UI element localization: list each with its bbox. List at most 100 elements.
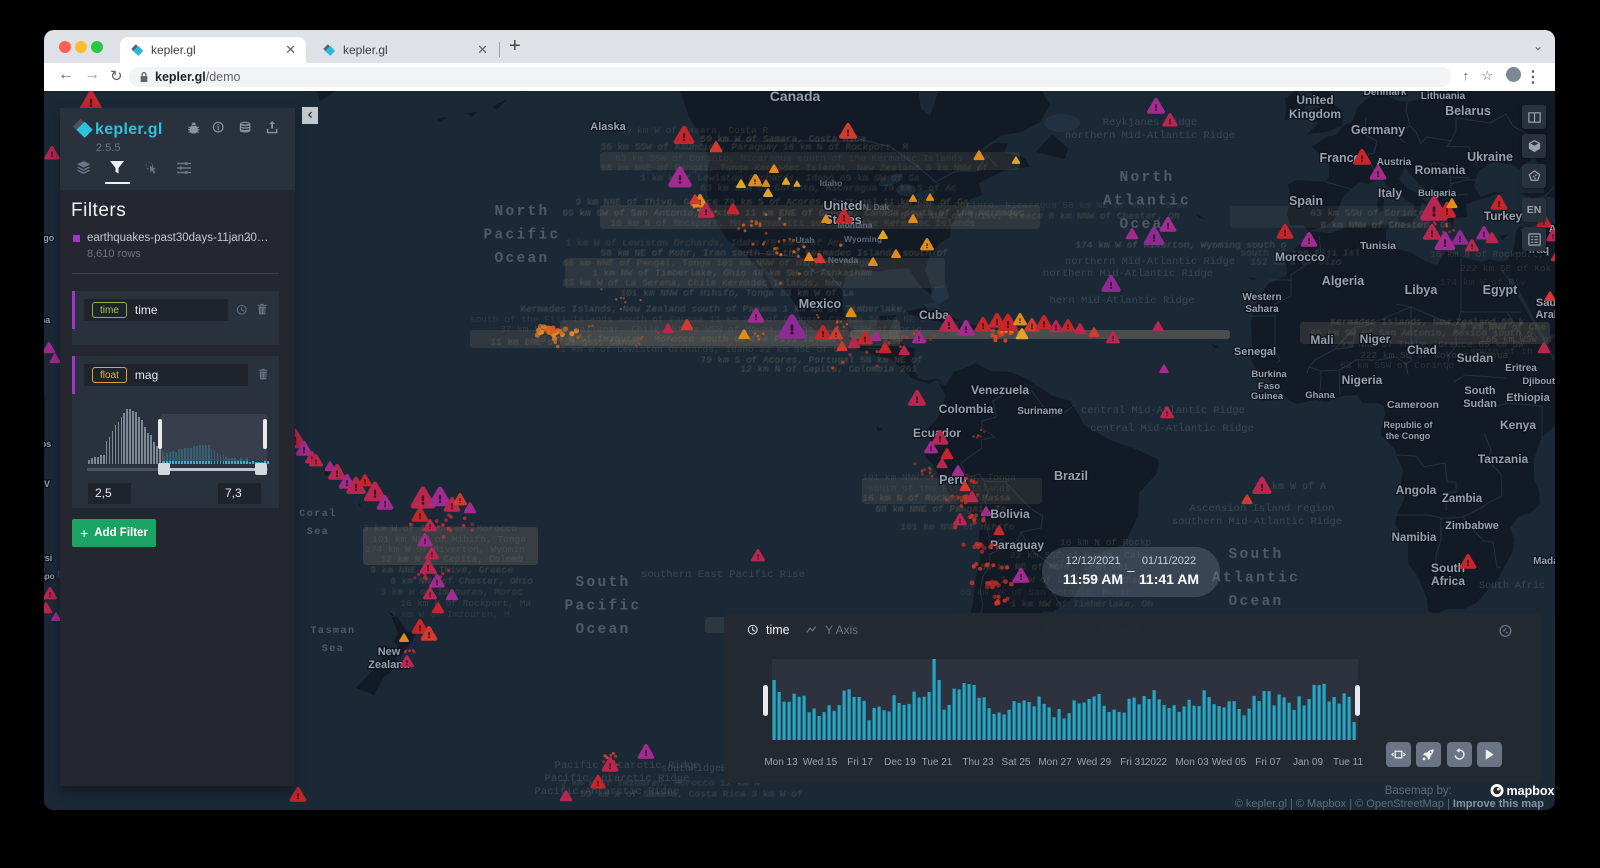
svg-text:Sea: Sea [322, 644, 345, 655]
svg-text:ysi: ysi [44, 553, 52, 563]
svg-text:Senegal: Senegal [1234, 346, 1276, 358]
svg-text:Sudan: Sudan [1457, 351, 1494, 365]
svg-text:Denmark: Denmark [1364, 91, 1407, 98]
svg-text:Canada: Canada [770, 91, 821, 104]
svg-text:South: South [1228, 547, 1283, 563]
svg-text:3 km W of Imzouren, M: 3 km W of Imzouren, M [390, 609, 510, 620]
svg-text:Sudan: Sudan [1463, 398, 1497, 410]
svg-text:Sahara: Sahara [1245, 304, 1279, 315]
svg-text:Ascension Island region: Ascension Island region [1190, 503, 1335, 515]
svg-text:12 km N of Cepita, Colombia 2: 12 km N of Cepita, Colombia 261 [741, 363, 918, 374]
svg-text:Coral: Coral [299, 508, 337, 520]
svg-text:Wyoming: Wyoming [844, 234, 882, 244]
svg-text:Alaska: Alaska [590, 121, 626, 133]
svg-text:North: North [1119, 170, 1174, 186]
svg-text:northern Mid-Atlantic Ridge: northern Mid-Atlantic Ridge [1065, 130, 1235, 142]
svg-text:Idaho: Idaho [820, 178, 843, 188]
svg-text:Eritrea: Eritrea [1505, 363, 1537, 374]
svg-text:northern Mid-Atlantic Ridge: northern Mid-Atlantic Ridge [1065, 256, 1235, 268]
svg-text:Pacific: Pacific [483, 228, 560, 244]
svg-text:Arab: Arab [1535, 309, 1555, 321]
svg-text:Atlantic: Atlantic [1212, 571, 1300, 587]
svg-text:Western: Western [1242, 292, 1281, 303]
svg-text:Ocean: Ocean [494, 251, 549, 267]
svg-text:Mexico: Mexico [799, 297, 842, 311]
svg-text:Spain: Spain [1289, 194, 1323, 208]
svg-text:New: New [378, 646, 401, 658]
svg-text:Italy: Italy [1378, 186, 1402, 200]
svg-text:hern Mid-Atlantic Ridge: hern Mid-Atlantic Ridge [1050, 295, 1195, 307]
svg-text:southern East Pacific Rise: southern East Pacific Rise [641, 569, 805, 581]
svg-text:Ethiopia: Ethiopia [1506, 392, 1550, 404]
svg-text:Zambia: Zambia [1442, 493, 1483, 505]
svg-text:Morocco: Morocco [1275, 250, 1325, 264]
svg-text:Ukraine: Ukraine [1467, 150, 1513, 164]
svg-text:Bolivia: Bolivia [990, 507, 1030, 521]
svg-text:Libya: Libya [1405, 283, 1439, 297]
svg-text:Tunisia: Tunisia [1360, 240, 1396, 252]
svg-text:Mali: Mali [1310, 333, 1333, 347]
svg-text:South: South [575, 575, 630, 591]
svg-text:Madag: Madag [1533, 556, 1555, 567]
svg-text:Reykjanes Ridge: Reykjanes Ridge [1103, 117, 1198, 129]
svg-text:N. Dak: N. Dak [863, 202, 890, 212]
svg-text:Belarus: Belarus [1445, 104, 1491, 118]
svg-text:Kenya: Kenya [1500, 418, 1536, 432]
svg-text:the Congo: the Congo [1386, 431, 1431, 441]
svg-text:Tasman: Tasman [310, 626, 355, 637]
svg-text:Nevada: Nevada [828, 255, 859, 265]
svg-text:United: United [1296, 93, 1333, 107]
svg-text:Lithuania: Lithuania [1421, 91, 1466, 102]
svg-text:os: os [44, 439, 51, 449]
svg-text:Utah: Utah [796, 235, 815, 245]
svg-text:Atlantic: Atlantic [1103, 194, 1191, 210]
svg-text:Burkina: Burkina [1251, 369, 1287, 380]
svg-text:Sea: Sea [307, 527, 330, 538]
svg-text:Republic of: Republic of [1384, 420, 1434, 430]
svg-text:Turkey: Turkey [1484, 209, 1523, 223]
svg-text:Zimbabwe: Zimbabwe [1445, 520, 1499, 532]
svg-text:ngo: ngo [44, 233, 55, 243]
svg-text:Egypt: Egypt [1483, 283, 1519, 297]
svg-text:Algeria: Algeria [1322, 274, 1365, 288]
svg-text:V: V [44, 479, 50, 489]
svg-text:southern Mid-Atlantic Ridge: southern Mid-Atlantic Ridge [1172, 516, 1342, 528]
svg-text:Romania: Romania [1415, 163, 1466, 177]
svg-text:Ocean: Ocean [575, 622, 630, 638]
svg-text:Pacific: Pacific [564, 599, 641, 615]
svg-text:Venezuela: Venezuela [971, 383, 1029, 397]
svg-text:Cameroon: Cameroon [1387, 399, 1439, 411]
svg-text:Angola: Angola [1396, 483, 1437, 497]
svg-text:Tanzania: Tanzania [1478, 452, 1529, 466]
svg-text:16 km N of Rockport, Ma: 16 km N of Rockport, Ma [400, 598, 531, 609]
svg-text:mapbox: mapbox [1507, 784, 1555, 798]
svg-text:Chad: Chad [1407, 343, 1437, 357]
svg-text:222 km SE of Kok: 222 km SE of Kok [1460, 263, 1552, 274]
svg-text:Pacific-Antarctic Ridge: Pacific-Antarctic Ridge [535, 786, 680, 798]
svg-text:northern Mid-Atlantic Ridge: northern Mid-Atlantic Ridge [1043, 268, 1213, 280]
svg-text:Ghana: Ghana [1305, 390, 1335, 401]
svg-text:Africa: Africa [1431, 574, 1465, 588]
svg-text:na: na [44, 315, 51, 325]
svg-text:Cuba: Cuba [919, 308, 949, 322]
svg-text:South: South [1431, 561, 1465, 575]
svg-text:Suriname: Suriname [1017, 406, 1063, 417]
svg-text:Guinea: Guinea [1251, 391, 1284, 402]
svg-text:Austria: Austria [1377, 157, 1412, 168]
svg-text:Nigeria: Nigeria [1342, 373, 1383, 387]
svg-text:South Afric: South Afric [1479, 580, 1545, 592]
svg-text:Djibouti: Djibouti [1522, 376, 1555, 387]
svg-text:South: South [1464, 385, 1495, 397]
svg-text:Bulgaria: Bulgaria [1418, 188, 1457, 199]
svg-text:Niger: Niger [1360, 332, 1391, 346]
svg-text:Ocean: Ocean [1228, 594, 1283, 610]
svg-text:central Mid-Atlantic Ridge: central Mid-Atlantic Ridge [1090, 423, 1254, 435]
svg-text:Germany: Germany [1351, 123, 1405, 137]
svg-text:63 km SSW of Corinto: 63 km SSW of Corinto [1340, 360, 1454, 371]
svg-text:Brazil: Brazil [1054, 469, 1088, 483]
svg-text:Colombia: Colombia [939, 402, 994, 416]
svg-text:Namibia: Namibia [1392, 532, 1437, 544]
svg-text:gapo: gapo [44, 572, 55, 581]
svg-text:8 km NNW of Chester, Ohio: 8 km NNW of Chester, Ohio [391, 575, 534, 586]
svg-text:Kingdom: Kingdom [1289, 107, 1341, 121]
